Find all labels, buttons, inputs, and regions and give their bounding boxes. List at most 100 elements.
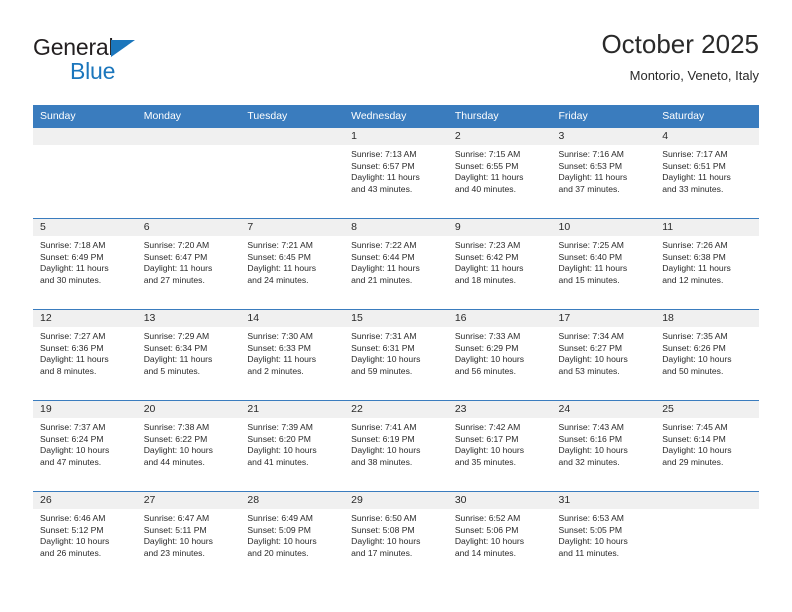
sunset-text: Sunset: 6:40 PM bbox=[558, 251, 623, 262]
day-number: 14 bbox=[240, 310, 345, 327]
weekday-header-saturday: Saturday bbox=[655, 105, 759, 128]
calendar-page: General Blue October 2025 Montorio, Vene… bbox=[0, 0, 792, 612]
brand-triangle-icon bbox=[111, 40, 136, 57]
daylight-text-line2: and 24 minutes. bbox=[247, 274, 309, 285]
day-cell[interactable]: 17 Sunrise: 7:34 AM Sunset: 6:27 PM Dayligh… bbox=[551, 310, 656, 400]
daylight-text-line2: and 11 minutes. bbox=[558, 547, 620, 558]
daylight-text-line2: and 43 minutes. bbox=[351, 183, 413, 194]
day-cell-empty bbox=[33, 128, 137, 218]
day-cell[interactable]: 26 Sunrise: 6:46 AM Sunset: 5:12 PM Dayligh… bbox=[33, 492, 137, 582]
day-cell[interactable]: 27 Sunrise: 6:47 AM Sunset: 5:11 PM Dayligh… bbox=[136, 492, 241, 582]
sunrise-text: Sunrise: 7:16 AM bbox=[558, 149, 624, 159]
sunrise-text: Sunrise: 7:38 AM bbox=[143, 422, 210, 432]
calendar-cell: 24 Sunrise: 7:43 AM Sunset: 6:16 PM Dayligh… bbox=[551, 400, 656, 492]
day-cell[interactable]: 9 Sunrise: 7:23 AM Sunset: 6:42 PM Daylight… bbox=[447, 219, 552, 309]
sunrise-text: Sunrise: 7:22 AM bbox=[351, 240, 417, 250]
day-number: 18 bbox=[655, 310, 759, 327]
daylight-text-line2: and 30 minutes. bbox=[40, 274, 102, 285]
sunrise-text: Sunrise: 7:18 AM bbox=[40, 240, 106, 250]
day-number: 9 bbox=[447, 219, 552, 236]
day-number: 5 bbox=[33, 219, 137, 236]
day-cell[interactable]: 29 Sunrise: 6:50 AM Sunset: 5:08 PM Dayligh… bbox=[344, 492, 448, 582]
sunrise-text: Sunrise: 7:23 AM bbox=[454, 240, 521, 250]
brand-logo[interactable]: General Blue bbox=[33, 34, 293, 90]
daylight-text-line2: and 44 minutes. bbox=[143, 456, 205, 467]
sunset-text: Sunset: 6:19 PM bbox=[351, 433, 415, 444]
sunset-text: Sunset: 6:57 PM bbox=[351, 160, 415, 171]
daylight-text-line1: Daylight: 10 hours bbox=[143, 445, 213, 456]
day-cell[interactable]: 1 Sunrise: 7:13 AM Sunset: 6:57 PM Daylight… bbox=[344, 128, 448, 218]
day-number: 15 bbox=[344, 310, 448, 327]
day-cell[interactable]: 18 Sunrise: 7:35 AM Sunset: 6:26 PM Dayligh… bbox=[655, 310, 759, 400]
day-info: Sunrise: 7:37 AM Sunset: 6:24 PM Daylight:… bbox=[33, 418, 137, 468]
daylight-text-line1: Daylight: 10 hours bbox=[558, 536, 628, 547]
daylight-text-line1: Daylight: 11 hours bbox=[247, 354, 317, 365]
day-cell[interactable]: 22 Sunrise: 7:41 AM Sunset: 6:19 PM Dayligh… bbox=[344, 401, 448, 491]
day-cell[interactable]: 15 Sunrise: 7:31 AM Sunset: 6:31 PM Dayligh… bbox=[344, 310, 448, 400]
sunset-text: Sunset: 5:11 PM bbox=[143, 524, 207, 535]
sunset-text: Sunset: 6:38 PM bbox=[662, 251, 726, 262]
sunset-text: Sunset: 6:22 PM bbox=[143, 433, 208, 444]
sunset-text: Sunset: 6:44 PM bbox=[351, 251, 415, 262]
day-number: 7 bbox=[240, 219, 345, 236]
calendar-header-row: Sunday Monday Tuesday Wednesday Thursday Frid… bbox=[33, 105, 759, 128]
day-cell[interactable]: 2 Sunrise: 7:15 AM Sunset: 6:55 PM Daylight… bbox=[447, 128, 552, 218]
day-cell[interactable]: 14 Sunrise: 7:30 AM Sunset: 6:33 PM Dayligh… bbox=[240, 310, 345, 400]
day-number: 22 bbox=[344, 401, 448, 418]
day-cell[interactable]: 28 Sunrise: 6:49 AM Sunset: 5:09 PM Dayligh… bbox=[240, 492, 345, 582]
day-number: 13 bbox=[136, 310, 241, 327]
calendar-cell: 4 Sunrise: 7:17 AM Sunset: 6:51 PM Daylight… bbox=[655, 127, 759, 219]
day-cell[interactable]: 21 Sunrise: 7:39 AM Sunset: 6:20 PM Dayligh… bbox=[240, 401, 345, 491]
sunrise-text: Sunrise: 7:41 AM bbox=[351, 422, 417, 432]
day-cell[interactable]: 3 Sunrise: 7:16 AM Sunset: 6:53 PM Daylight… bbox=[551, 128, 656, 218]
day-cell[interactable]: 12 Sunrise: 7:27 AM Sunset: 6:36 PM Dayligh… bbox=[33, 310, 137, 400]
calendar-cell bbox=[136, 127, 241, 219]
day-cell[interactable]: 23 Sunrise: 7:42 AM Sunset: 6:17 PM Dayligh… bbox=[447, 401, 552, 491]
day-cell[interactable]: 31 Sunrise: 6:53 AM Sunset: 5:05 PM Dayligh… bbox=[551, 492, 656, 582]
title-block: October 2025 Montorio, Veneto, Italy bbox=[601, 28, 759, 86]
day-number: 30 bbox=[447, 492, 552, 509]
day-number: 27 bbox=[136, 492, 241, 509]
day-cell[interactable]: 16 Sunrise: 7:33 AM Sunset: 6:29 PM Dayligh… bbox=[447, 310, 552, 400]
day-cell[interactable]: 6 Sunrise: 7:20 AM Sunset: 6:47 PM Daylight… bbox=[136, 219, 241, 309]
day-number: 19 bbox=[33, 401, 137, 418]
day-cell[interactable]: 5 Sunrise: 7:18 AM Sunset: 6:49 PM Daylight… bbox=[33, 219, 137, 309]
day-cell[interactable]: 30 Sunrise: 6:52 AM Sunset: 5:06 PM Dayligh… bbox=[447, 492, 552, 582]
sunrise-text: Sunrise: 6:49 AM bbox=[247, 513, 313, 523]
day-cell[interactable]: 7 Sunrise: 7:21 AM Sunset: 6:45 PM Daylight… bbox=[240, 219, 345, 309]
daylight-text-line1: Daylight: 11 hours bbox=[454, 172, 524, 183]
day-cell[interactable]: 25 Sunrise: 7:45 AM Sunset: 6:14 PM Dayligh… bbox=[655, 401, 759, 491]
weekday-header-sunday: Sunday bbox=[33, 105, 137, 128]
day-cell[interactable]: 24 Sunrise: 7:43 AM Sunset: 6:16 PM Dayligh… bbox=[551, 401, 656, 491]
calendar-cell: 10 Sunrise: 7:25 AM Sunset: 6:40 PM Dayligh… bbox=[551, 218, 656, 310]
daylight-text-line2: and 27 minutes. bbox=[143, 274, 205, 285]
daylight-text-line1: Daylight: 11 hours bbox=[454, 263, 524, 274]
daylight-text-line1: Daylight: 10 hours bbox=[662, 445, 732, 456]
calendar-week-row: 12 Sunrise: 7:27 AM Sunset: 6:36 PM Dayligh… bbox=[33, 309, 759, 401]
day-cell[interactable]: 11 Sunrise: 7:26 AM Sunset: 6:38 PM Dayligh… bbox=[655, 219, 759, 309]
day-cell[interactable]: 13 Sunrise: 7:29 AM Sunset: 6:34 PM Dayligh… bbox=[136, 310, 241, 400]
day-cell[interactable]: 8 Sunrise: 7:22 AM Sunset: 6:44 PM Daylight… bbox=[344, 219, 448, 309]
day-info: Sunrise: 7:42 AM Sunset: 6:17 PM Daylight:… bbox=[448, 418, 552, 468]
sunset-text: Sunset: 6:20 PM bbox=[247, 433, 311, 444]
daylight-text-line2: and 29 minutes. bbox=[662, 456, 724, 467]
day-cell[interactable]: 20 Sunrise: 7:38 AM Sunset: 6:22 PM Dayligh… bbox=[136, 401, 241, 491]
calendar-body: 1 Sunrise: 7:13 AM Sunset: 6:57 PM Daylight… bbox=[33, 127, 759, 582]
calendar-cell: 19 Sunrise: 7:37 AM Sunset: 6:24 PM Dayligh… bbox=[33, 400, 137, 492]
daylight-text-line2: and 59 minutes. bbox=[351, 365, 413, 376]
daylight-text-line1: Daylight: 10 hours bbox=[40, 445, 110, 456]
page-subtitle: Montorio, Veneto, Italy bbox=[629, 68, 759, 83]
day-cell[interactable]: 4 Sunrise: 7:17 AM Sunset: 6:51 PM Daylight… bbox=[655, 128, 759, 218]
calendar-cell: 16 Sunrise: 7:33 AM Sunset: 6:29 PM Dayligh… bbox=[447, 309, 552, 401]
sunset-text: Sunset: 6:26 PM bbox=[662, 342, 726, 353]
calendar-week-row: 5 Sunrise: 7:18 AM Sunset: 6:49 PM Daylight… bbox=[33, 218, 759, 310]
day-cell[interactable]: 10 Sunrise: 7:25 AM Sunset: 6:40 PM Dayligh… bbox=[551, 219, 656, 309]
day-number: 31 bbox=[551, 492, 656, 509]
day-number: 2 bbox=[447, 128, 552, 145]
calendar-cell: 11 Sunrise: 7:26 AM Sunset: 6:38 PM Dayligh… bbox=[655, 218, 759, 310]
day-cell[interactable]: 19 Sunrise: 7:37 AM Sunset: 6:24 PM Dayligh… bbox=[33, 401, 137, 491]
calendar-cell: 28 Sunrise: 6:49 AM Sunset: 5:09 PM Dayligh… bbox=[240, 491, 345, 582]
day-info: Sunrise: 7:25 AM Sunset: 6:40 PM Daylight:… bbox=[552, 236, 656, 286]
sunrise-text: Sunrise: 7:29 AM bbox=[143, 331, 210, 341]
day-info: Sunrise: 6:53 AM Sunset: 5:05 PM Daylight:… bbox=[552, 509, 656, 559]
